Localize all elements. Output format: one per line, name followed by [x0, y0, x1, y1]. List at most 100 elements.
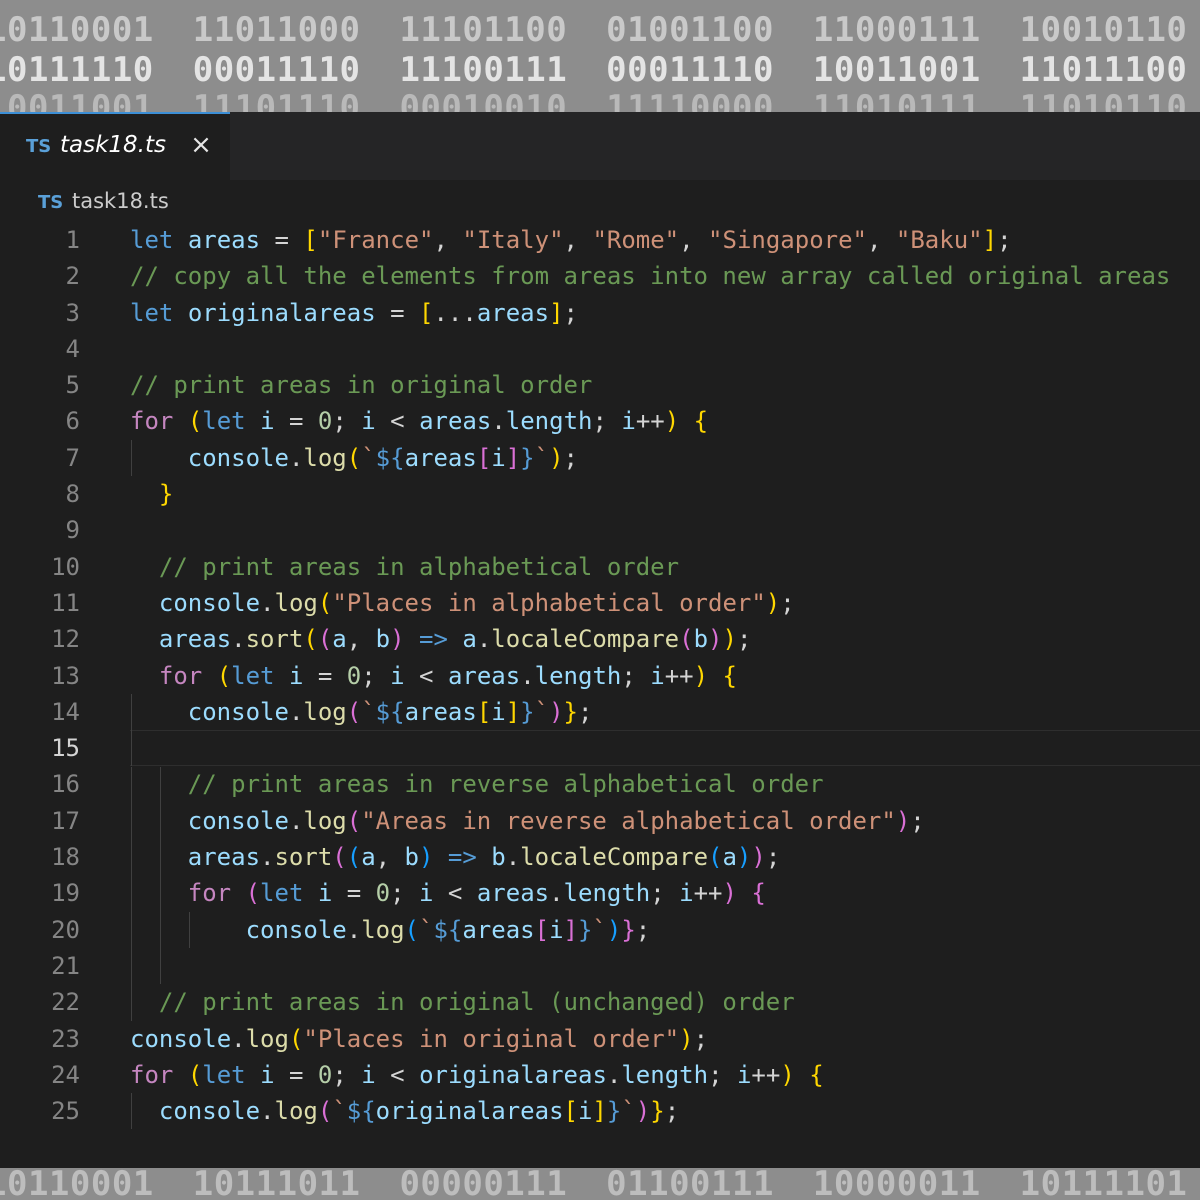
code-token: "Italy": [462, 226, 564, 254]
code-token: .: [288, 443, 304, 472]
binary-row: 10111110 00011110 11100111 00011110 1001…: [0, 50, 1188, 90]
code-token: "Baku": [895, 226, 983, 254]
editor-tab-task18[interactable]: TS task18.ts ×: [0, 112, 230, 180]
breadcrumb-item-file[interactable]: task18.ts: [72, 189, 169, 213]
code-token: areas: [187, 226, 261, 254]
binary-background-bottom: 10110001 10111011 00000111 01100111 1000…: [0, 1168, 1200, 1200]
code-token: =: [274, 1060, 318, 1089]
code-token: =: [274, 407, 318, 436]
code-line[interactable]: 3 let originalareas = [...areas];: [0, 295, 1200, 331]
code-token: ): [419, 843, 434, 872]
code-token: ;: [780, 588, 795, 617]
code-line[interactable]: 13 for (let i = 0; i < areas.length; i++)…: [0, 658, 1200, 694]
code-token: areas: [476, 879, 550, 908]
code-token: // print areas in alphabetical order: [158, 552, 680, 581]
code-token: console: [187, 806, 289, 835]
line-number: 2: [65, 262, 80, 291]
code-line[interactable]: 16 // print areas in reverse alphabetical…: [0, 766, 1200, 802]
code-token: areas: [404, 697, 477, 726]
code-token: i: [419, 879, 434, 908]
code-line[interactable]: 22 // print areas in original (unchanged)…: [0, 984, 1200, 1020]
indent-guide: [159, 911, 161, 948]
code-token: i: [621, 407, 636, 436]
code-line[interactable]: 1 let areas = ["France", "Italy", "Rome",…: [0, 222, 1200, 258]
line-number: 18: [51, 843, 80, 872]
code-token: i: [260, 1060, 275, 1089]
line-number: 15: [51, 734, 80, 763]
code-line[interactable]: 10 // print areas in alphabetical order: [0, 549, 1200, 585]
code-text: console.log(`${areas[i]}`)};: [188, 694, 593, 730]
code-line[interactable]: 17 console.log("Areas in reverse alphabet…: [0, 803, 1200, 839]
code-token: ): [751, 843, 766, 872]
code-token: i: [390, 661, 405, 690]
code-line[interactable]: 9: [0, 512, 1200, 548]
code-token: }: [577, 915, 593, 944]
code-token: let: [202, 407, 246, 436]
code-line[interactable]: 18 areas.sort((a, b) => b.localeCompare(a…: [0, 839, 1200, 875]
code-token: "Singapore": [708, 226, 867, 254]
code-line[interactable]: 15: [0, 730, 1200, 767]
line-number: 14: [51, 697, 80, 726]
code-token: .: [260, 588, 275, 617]
code-line[interactable]: 14 console.log(`${areas[i]}`)};: [0, 694, 1200, 730]
code-line[interactable]: 19 for (let i = 0; i < areas.length; i++)…: [0, 875, 1200, 911]
code-token: ;: [332, 407, 362, 436]
code-token: ++: [635, 407, 665, 436]
code-line[interactable]: 11 console.log("Places in alphabetical or…: [0, 585, 1200, 621]
code-line[interactable]: 7 console.log(`${areas[i]}`);: [0, 440, 1200, 476]
code-token: console: [158, 588, 261, 617]
code-token: `: [332, 1097, 347, 1126]
code-line[interactable]: 23 console.log("Places in original order"…: [0, 1021, 1200, 1057]
code-token: .: [260, 843, 275, 872]
line-number: 16: [51, 770, 80, 799]
code-token: ;: [621, 661, 651, 690]
code-line[interactable]: 8}: [0, 476, 1200, 512]
code-token: ): [549, 697, 564, 726]
code-token: }: [563, 697, 578, 726]
code-token: areas: [158, 625, 232, 654]
code-token: areas: [419, 407, 492, 436]
code-token: "France": [317, 226, 434, 254]
code-text: console.log("Places in alphabetical orde…: [159, 585, 795, 621]
code-token: "Areas in reverse alphabetical order": [361, 806, 896, 835]
code-token: log: [361, 915, 405, 944]
code-line[interactable]: 25 console.log(`${originalareas[i]}`)};: [0, 1093, 1200, 1129]
code-area[interactable]: 1 let areas = ["France", "Italy", "Rome",…: [0, 222, 1200, 1130]
code-token: // print areas in original order: [130, 371, 593, 400]
code-text: // copy all the elements from areas into…: [130, 258, 1170, 294]
code-text: for (let i = 0; i < areas.length; i++) {: [159, 658, 737, 694]
code-token: localeCompare: [491, 625, 680, 654]
code-token: ;: [910, 806, 925, 835]
line-number: 8: [65, 480, 80, 509]
code-token: let: [130, 226, 174, 254]
code-text: areas.sort((a, b) => b.localeCompare(a))…: [188, 839, 781, 875]
code-token: b: [375, 625, 391, 654]
code-line[interactable]: 4: [0, 331, 1200, 367]
code-token: a: [361, 843, 376, 872]
line-number: 9: [65, 516, 80, 545]
code-token: 0: [346, 661, 362, 690]
code-token: ): [606, 915, 622, 944]
breadcrumb: TS task18.ts: [0, 180, 1200, 224]
code-line[interactable]: 6 for (let i = 0; i < areas.length; i++) …: [0, 403, 1200, 439]
code-line[interactable]: 5 // print areas in original order: [0, 367, 1200, 403]
code-token: ]: [982, 226, 998, 254]
close-icon[interactable]: ×: [186, 128, 216, 162]
code-token: areas: [187, 843, 261, 872]
code-text: for (let i = 0; i < areas.length; i++) {: [130, 403, 708, 439]
code-token: i: [361, 1060, 376, 1089]
code-text: console.log("Areas in reverse alphabetic…: [188, 803, 925, 839]
typescript-file-icon: TS: [26, 136, 52, 157]
code-token: console: [187, 697, 289, 726]
code-line[interactable]: 21: [0, 948, 1200, 984]
code-line[interactable]: 24 for (let i = 0; i < originalareas.leng…: [0, 1057, 1200, 1093]
code-line[interactable]: 12 areas.sort((a, b) => a.localeCompare(b…: [0, 621, 1200, 657]
code-line[interactable]: 2 // copy all the elements from areas int…: [0, 258, 1200, 294]
code-line[interactable]: 20 console.log(`${areas[i]}`)};: [0, 912, 1200, 948]
code-token: ...: [433, 298, 477, 327]
